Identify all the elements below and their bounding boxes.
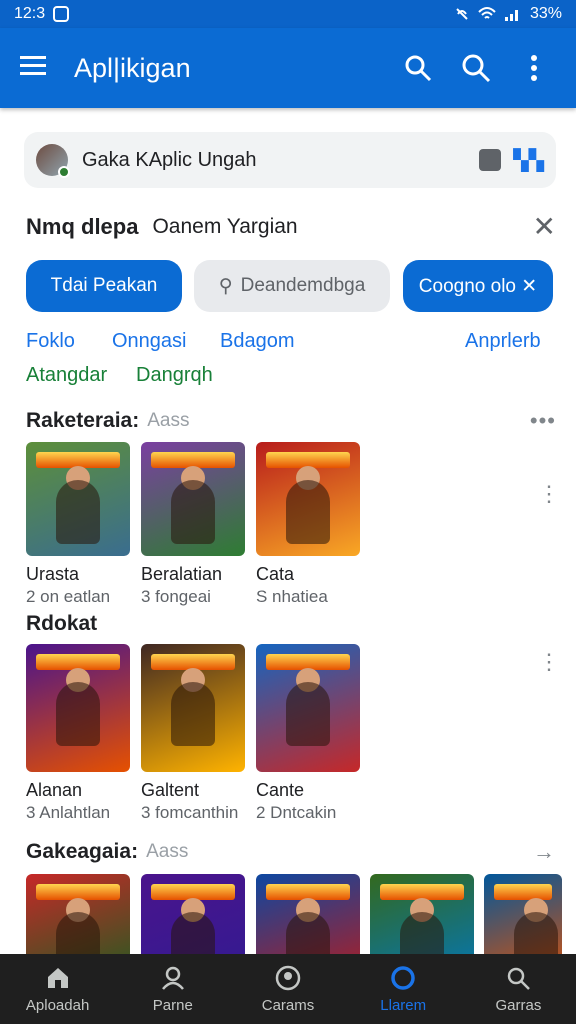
mute-icon	[456, 8, 468, 20]
tile-banner	[494, 884, 552, 900]
grid-icon[interactable]: ▚▚	[513, 148, 544, 173]
nav-profile[interactable]: Parne	[115, 954, 230, 1024]
home-icon	[47, 967, 68, 988]
tile-character	[400, 912, 444, 954]
app-subtitle: S nhatiea	[256, 587, 328, 606]
nav-label: Carams	[261, 996, 315, 1014]
status-bar: 12:3 33%	[0, 0, 576, 28]
tile-character	[286, 912, 330, 954]
search-icon	[508, 967, 531, 990]
row-header: Raketeraia: Aass •••	[26, 408, 556, 434]
app-subtitle: 3 fongeai	[141, 587, 211, 606]
bottom-navigation: Aploadah Parne Carams Llarem Garras	[0, 954, 576, 1024]
search-icon[interactable]	[454, 46, 498, 90]
app-tile[interactable]	[141, 874, 245, 954]
chip-2-label: Deandemdbga	[240, 275, 366, 296]
main-content: Gaka KAplic Ungah ▚▚ Nmq dlepa Oanem Yar…	[0, 108, 576, 954]
chip-2[interactable]: ⚲ Deandemdbga	[194, 260, 390, 312]
app-tile[interactable]	[256, 644, 360, 772]
nav-search[interactable]: Garras	[461, 954, 576, 1024]
app-subtitle: 2 Dntcakin	[256, 803, 337, 822]
more-vert-icon[interactable]	[512, 46, 556, 90]
app-name: Cata	[256, 564, 295, 584]
app-name: Alanan	[26, 780, 83, 800]
more-vert-icon[interactable]: ⋮	[538, 483, 560, 505]
nav-label: Parne	[152, 996, 193, 1014]
link-3[interactable]: Bdagom	[220, 330, 295, 353]
tile-character	[56, 912, 100, 954]
nav-home[interactable]: Aploadah	[0, 954, 115, 1024]
row-header: Rdokat	[26, 612, 556, 636]
avatar	[36, 144, 70, 178]
games-icon	[391, 965, 415, 990]
link-green-1[interactable]: Atangdar	[26, 364, 107, 387]
row-title: Rdokat	[26, 612, 98, 635]
app-title: Apl|ikigan	[74, 52, 191, 83]
arrow-right-icon[interactable]: →	[533, 839, 556, 865]
app-tile[interactable]	[26, 874, 130, 954]
menu-icon[interactable]	[20, 55, 46, 82]
app-subtitle: 2 on eatlan	[26, 587, 111, 606]
section-subtitle: Oanem Yargian	[152, 214, 298, 238]
app-tile[interactable]	[256, 874, 360, 954]
tile-character	[514, 912, 558, 954]
app-tile[interactable]	[141, 442, 245, 556]
row-title: Gakeagaia:	[26, 840, 139, 863]
more-horiz-icon[interactable]: •••	[530, 408, 556, 434]
section-title: Nmq dlepa	[26, 213, 139, 239]
location-icon	[275, 965, 301, 990]
app-subtitle: 3 Anlahtlan	[26, 803, 111, 822]
account-name: Gaka KAplic Ungah	[82, 148, 257, 171]
filter-chips: Tdai Peakan ⚲ Deandemdbga Coogno olo ✕	[26, 260, 556, 312]
link-4[interactable]: Anprlerb	[465, 330, 541, 353]
tile-character	[171, 480, 215, 544]
nav-location[interactable]: Carams	[230, 954, 345, 1024]
screenshot-icon[interactable]	[479, 149, 502, 171]
chip-3[interactable]: Coogno olo ✕	[403, 260, 553, 312]
app-tile[interactable]	[141, 644, 245, 772]
status-time: 12:3	[14, 5, 46, 22]
account-card[interactable]: Gaka KAplic Ungah ▚▚	[24, 132, 556, 188]
app-name: Urasta	[26, 564, 80, 584]
notification-icon	[53, 6, 70, 22]
chip-1[interactable]: Tdai Peakan	[26, 260, 182, 312]
tile-character	[286, 682, 330, 746]
search-icon[interactable]	[396, 46, 440, 90]
link-1[interactable]: Foklo	[26, 330, 75, 353]
row-tag: Aass	[147, 410, 190, 431]
online-dot	[58, 166, 70, 178]
tile-character	[171, 682, 215, 746]
app-tile[interactable]	[370, 874, 474, 954]
close-icon[interactable]: ✕	[533, 210, 556, 243]
signal-icon	[504, 10, 518, 21]
link-2[interactable]: Onngasi	[112, 330, 187, 353]
section-header: Nmq dlepa Oanem Yargian ✕	[26, 210, 556, 243]
app-name: Beralatian	[141, 564, 223, 584]
app-name: Galtent	[141, 780, 200, 800]
row-title: Raketeraia:	[26, 409, 140, 432]
app-bar: Apl|ikigan	[0, 28, 576, 108]
tile-character	[171, 912, 215, 954]
app-subtitle: 3 fomcanthin	[141, 803, 239, 822]
battery-text: 33%	[529, 5, 562, 22]
search-icon: ⚲	[218, 275, 233, 297]
nav-label: Llarem	[380, 996, 427, 1014]
link-green-2[interactable]: Dangrqh	[136, 364, 213, 387]
tile-character	[56, 480, 100, 544]
nav-label: Garras	[495, 996, 542, 1014]
tile-character	[56, 682, 100, 746]
tile-character	[286, 480, 330, 544]
nav-games[interactable]: Llarem	[346, 954, 461, 1024]
profile-icon	[161, 966, 184, 990]
nav-label: Aploadah	[25, 996, 90, 1014]
app-tile[interactable]	[256, 442, 360, 556]
app-tile[interactable]	[484, 874, 562, 954]
more-vert-icon[interactable]: ⋮	[538, 651, 560, 673]
row-tag: Aass	[146, 841, 189, 862]
wifi-icon	[478, 7, 496, 19]
app-tile[interactable]	[26, 644, 130, 772]
row-header: Gakeagaia: Aass →	[26, 839, 556, 865]
app-tile[interactable]	[26, 442, 130, 556]
app-name: Cante	[256, 780, 305, 800]
